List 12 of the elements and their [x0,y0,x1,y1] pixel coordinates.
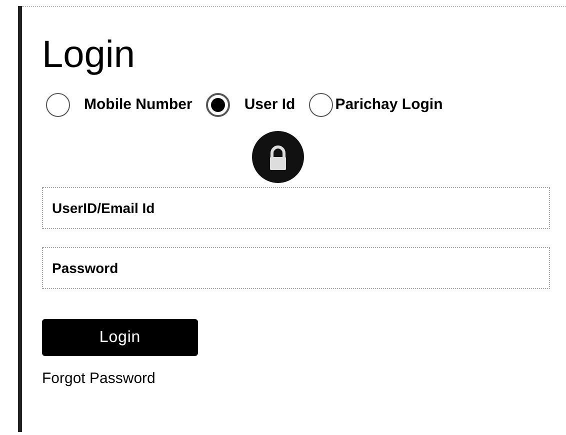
input-field[interactable]: UserID/Email Id [42,187,550,229]
input-field[interactable]: Password [42,247,550,289]
login-button[interactable]: Login [42,319,198,356]
forgot-password-link[interactable]: Forgot Password [42,368,156,390]
radio-button[interactable] [46,93,70,117]
lock-icon [252,131,304,183]
radio-label[interactable]: Mobile Number [84,94,192,116]
radio-label[interactable]: User Id [244,94,296,116]
radio-label[interactable]: Parichay Login [335,94,443,116]
radio-button[interactable] [206,93,230,117]
page-title: Login [42,33,135,77]
radio-button[interactable] [309,93,334,117]
